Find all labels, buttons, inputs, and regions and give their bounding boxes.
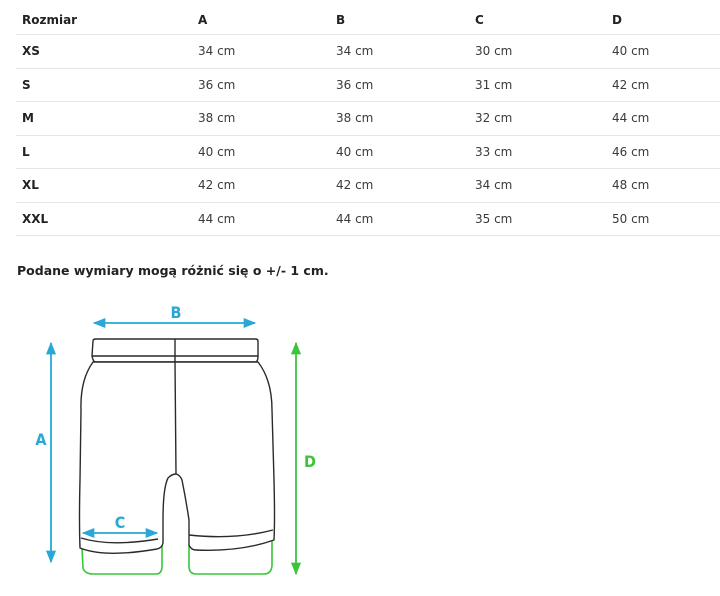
value-cell-a: 40 cm <box>192 135 330 169</box>
measure-a: A <box>35 341 57 564</box>
value-cell-a: 44 cm <box>192 202 330 236</box>
value-cell-c: 35 cm <box>469 202 606 236</box>
value-cell-b: 42 cm <box>330 168 469 203</box>
header-d: D <box>606 6 720 35</box>
shorts-measurement-diagram: A B C D <box>35 303 316 576</box>
measure-b: B <box>92 303 257 329</box>
value-cell-a: 38 cm <box>192 101 330 136</box>
size-cell: XS <box>16 34 192 69</box>
header-size: Rozmiar <box>16 6 192 35</box>
table-row: L 40 cm 40 cm 33 cm 46 cm <box>16 135 720 169</box>
value-cell-d: 46 cm <box>606 135 720 169</box>
size-cell: S <box>16 68 192 102</box>
value-cell-b: 36 cm <box>330 68 469 102</box>
value-cell-c: 31 cm <box>469 68 606 102</box>
value-cell-b: 38 cm <box>330 101 469 136</box>
measure-d: D <box>290 341 316 576</box>
value-cell-d: 40 cm <box>606 34 720 69</box>
value-cell-c: 32 cm <box>469 101 606 136</box>
size-cell: XL <box>16 168 192 203</box>
table-row: XS 34 cm 34 cm 30 cm 40 cm <box>16 34 720 69</box>
size-tolerance-note: Podane wymiary mogą różnić się o +/- 1 c… <box>17 263 329 278</box>
value-cell-d: 42 cm <box>606 68 720 102</box>
header-c: C <box>469 6 606 35</box>
label-d: D <box>304 452 316 471</box>
table-row: S 36 cm 36 cm 31 cm 42 cm <box>16 68 720 102</box>
value-cell-b: 34 cm <box>330 34 469 69</box>
size-table: Rozmiar A B C D XS 34 cm 34 cm 30 cm 40 … <box>16 6 720 236</box>
value-cell-a: 42 cm <box>192 168 330 203</box>
value-cell-a: 36 cm <box>192 68 330 102</box>
value-cell-d: 44 cm <box>606 101 720 136</box>
value-cell-a: 34 cm <box>192 34 330 69</box>
value-cell-d: 50 cm <box>606 202 720 236</box>
size-cell: XXL <box>16 202 192 236</box>
size-cell: M <box>16 101 192 136</box>
label-b: B <box>171 303 182 322</box>
header-b: B <box>330 6 469 35</box>
table-header-row: Rozmiar A B C D <box>16 6 720 35</box>
table-row: XXL 44 cm 44 cm 35 cm 50 cm <box>16 202 720 236</box>
value-cell-d: 48 cm <box>606 168 720 203</box>
label-c: C <box>115 513 126 532</box>
value-cell-b: 40 cm <box>330 135 469 169</box>
shorts-outline-icon <box>78 338 276 575</box>
table-row: M 38 cm 38 cm 32 cm 44 cm <box>16 101 720 136</box>
header-a: A <box>192 6 330 35</box>
label-a: A <box>35 430 47 449</box>
value-cell-c: 34 cm <box>469 168 606 203</box>
value-cell-c: 30 cm <box>469 34 606 69</box>
value-cell-c: 33 cm <box>469 135 606 169</box>
value-cell-b: 44 cm <box>330 202 469 236</box>
size-cell: L <box>16 135 192 169</box>
table-row: XL 42 cm 42 cm 34 cm 48 cm <box>16 168 720 203</box>
